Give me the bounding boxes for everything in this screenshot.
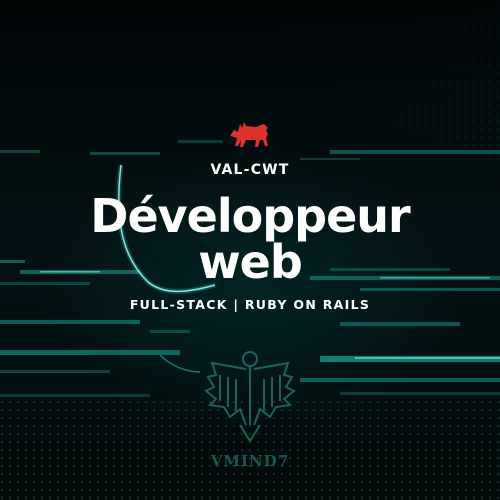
red-wolf-icon xyxy=(230,122,268,147)
headline-line-1: Développeur xyxy=(90,189,410,243)
eagle-emblem-icon xyxy=(204,351,296,443)
watermark-text: VMIND7 xyxy=(210,452,290,470)
brand-name: VAL-CWT xyxy=(210,162,290,178)
headline-line-2: web xyxy=(198,235,303,289)
banner-canvas: VAL-CWT Développeur web FULL-STACK | RUB… xyxy=(0,0,500,500)
tagline: FULL-STACK | RUBY ON RAILS xyxy=(129,297,371,312)
